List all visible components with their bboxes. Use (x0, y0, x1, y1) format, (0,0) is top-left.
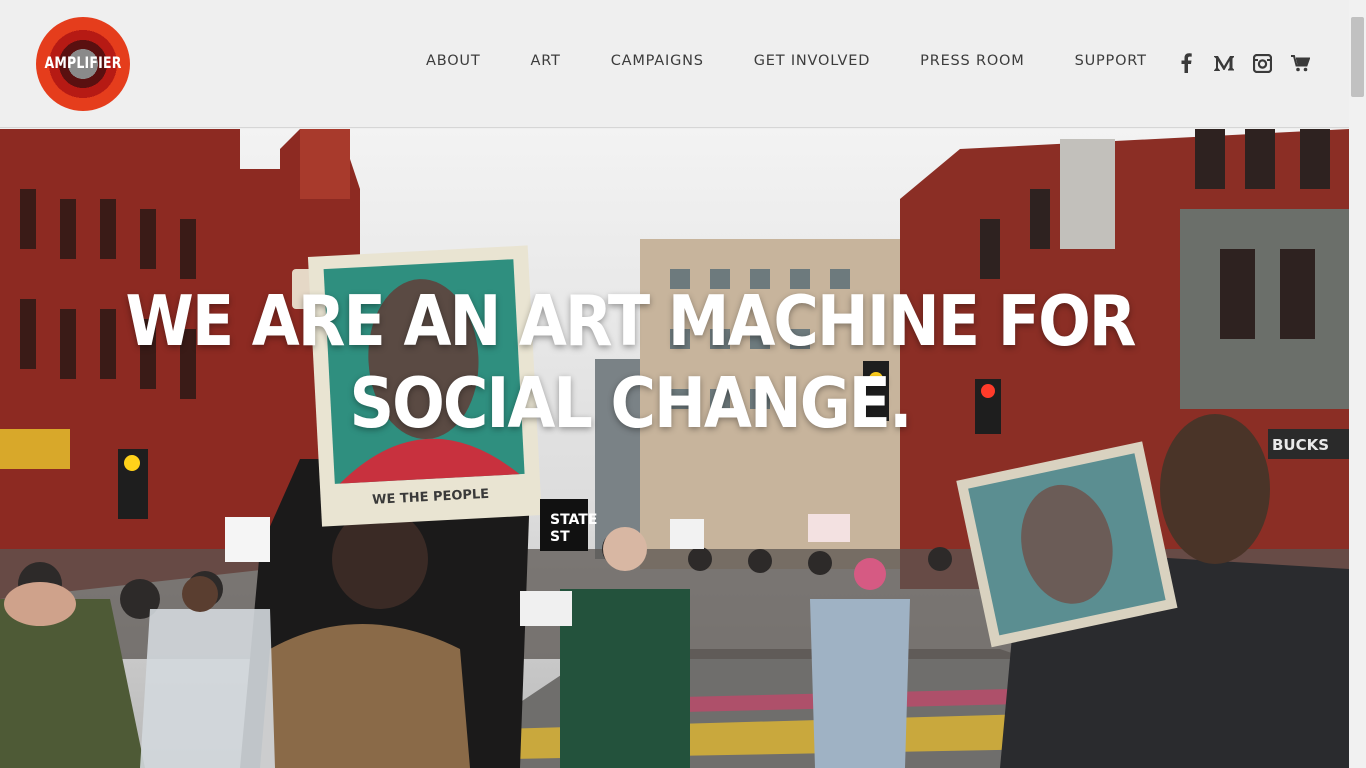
social-links (1175, 52, 1327, 74)
svg-text:ST: ST (550, 529, 570, 545)
nav-support[interactable]: SUPPORT (1075, 53, 1147, 73)
hero-background-photo: WE THE PEOPLE STATE ST BUCKS (0, 129, 1349, 768)
site-header: AMPLIFIER ABOUT ART CAMPAIGNS GET INVOLV… (0, 0, 1349, 128)
hero-headline: WE ARE AN ART MACHINE FOR SOCIAL CHANGE. (125, 280, 1136, 444)
instagram-icon[interactable] (1251, 52, 1273, 74)
svg-text:STATE: STATE (550, 512, 597, 528)
page-scrollbar[interactable] (1349, 0, 1366, 768)
nav-campaigns[interactable]: CAMPAIGNS (611, 53, 704, 73)
cart-icon[interactable] (1289, 52, 1311, 74)
scrollbar-thumb[interactable] (1351, 17, 1364, 97)
storefront-sign: BUCKS (1272, 436, 1329, 454)
hero-banner: WE THE PEOPLE STATE ST BUCKS WE ARE AN A… (0, 129, 1349, 768)
logo-text: AMPLIFIER (44, 53, 122, 72)
facebook-icon[interactable] (1175, 52, 1197, 74)
amplifier-logo[interactable]: AMPLIFIER (36, 17, 130, 111)
nav-press-room[interactable]: PRESS ROOM (920, 53, 1024, 73)
medium-icon[interactable] (1213, 52, 1235, 74)
nav-about[interactable]: ABOUT (426, 53, 481, 73)
nav-get-involved[interactable]: GET INVOLVED (754, 53, 870, 73)
nav-art[interactable]: ART (531, 53, 561, 73)
main-nav: ABOUT ART CAMPAIGNS GET INVOLVED PRESS R… (426, 53, 1197, 73)
